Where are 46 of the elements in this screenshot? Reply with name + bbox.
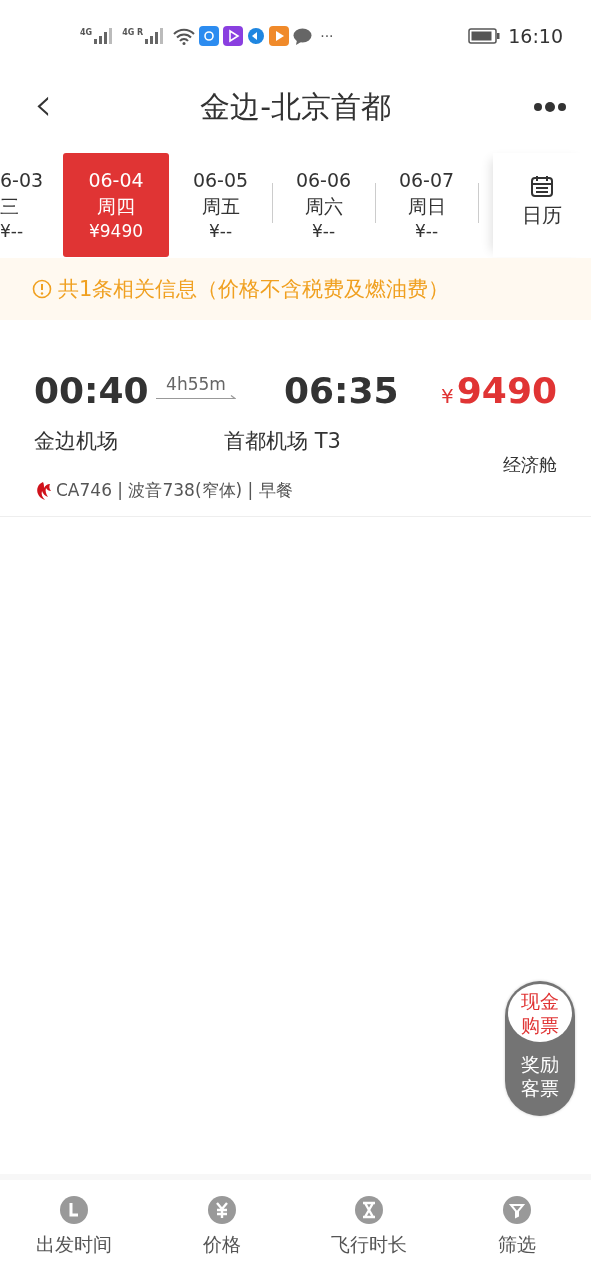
- flight-price: 9490: [456, 370, 557, 411]
- sort-button[interactable]: 出发时间: [13, 1196, 134, 1258]
- depart-airport: 金边机场: [34, 428, 118, 455]
- app-icon: [247, 27, 266, 45]
- cabin-class: 经济舱: [503, 453, 557, 477]
- more-notifications: ···: [320, 28, 334, 44]
- flight-duration: 4h55m: [166, 373, 226, 394]
- back-button[interactable]: ‹: [28, 84, 59, 124]
- notice-text: 共1条相关信息（价格不含税费及燃油费）: [58, 276, 450, 303]
- airline-logo-icon: [34, 480, 52, 501]
- currency-symbol: ¥: [441, 384, 454, 408]
- page-title: 金边-北京首都: [200, 87, 392, 126]
- network-label: 4G: [80, 28, 93, 38]
- calendar-button[interactable]: 日历: [493, 153, 591, 257]
- date-tab[interactable]: 6-03 三 ¥--: [0, 153, 63, 257]
- play-app-icon: [223, 26, 244, 46]
- ticket-type-option[interactable]: 现金购票: [508, 984, 572, 1042]
- arrive-time: 06:35: [284, 370, 400, 411]
- signal-icon: [143, 28, 166, 44]
- info-icon: [32, 279, 52, 299]
- app-icon: [199, 26, 220, 46]
- wifi-icon: [173, 27, 196, 45]
- chat-icon: [293, 27, 313, 45]
- sort-button[interactable]: 筛选: [457, 1196, 578, 1258]
- date-tab[interactable]: 06-07 周日 ¥--: [375, 153, 478, 257]
- battery-icon: [468, 28, 501, 44]
- signal-icon: [92, 28, 115, 44]
- hourglass-icon: [355, 1196, 384, 1224]
- flight-card[interactable]: 00:40 4h55m 06:35 ¥9490 金边机场 首都机场 T3 CA746 | 波音738(窄体) | 早餐 经济舱: [0, 352, 591, 517]
- play-app-icon: [269, 26, 290, 46]
- depart-time: 00:40: [34, 370, 150, 411]
- flight-info: CA746 | 波音738(窄体) | 早餐: [56, 479, 293, 502]
- filter-icon: [503, 1196, 532, 1224]
- date-tab[interactable]: 06-04 周四 ¥9490: [63, 153, 169, 257]
- date-tab[interactable]: 06-05 周五 ¥--: [169, 153, 272, 257]
- calendar-icon: [530, 173, 554, 198]
- clock-time: 16:10: [508, 25, 563, 47]
- date-tab[interactable]: 06-06 周六 ¥--: [272, 153, 375, 257]
- network-label: 4G R: [122, 28, 144, 38]
- sort-button[interactable]: 价格: [161, 1196, 282, 1258]
- sort-button[interactable]: 飞行时长: [309, 1196, 430, 1258]
- more-icon[interactable]: [533, 101, 567, 113]
- yen-icon: [207, 1196, 236, 1224]
- arrive-airport: 首都机场 T3: [224, 428, 341, 455]
- clock-icon: [59, 1196, 88, 1224]
- ticket-type-option[interactable]: 奖励客票: [521, 1042, 559, 1110]
